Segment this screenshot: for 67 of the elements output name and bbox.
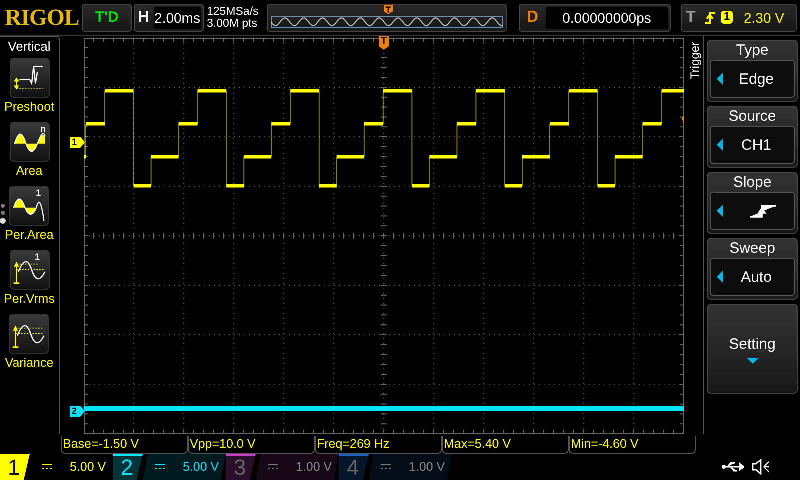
measure-button[interactable] — [9, 186, 50, 226]
horizontal-label: H — [138, 8, 151, 26]
dc-coupling-icon — [155, 464, 165, 470]
left-arrow-icon — [717, 205, 723, 217]
channel-scale-box[interactable]: 5.00 V — [143, 454, 226, 480]
trigger-position-marker: T — [384, 4, 393, 14]
delay-box[interactable]: D 0.00000000ps — [519, 4, 671, 32]
menu-selector[interactable] — [710, 192, 795, 230]
rising-edge-icon — [749, 203, 777, 219]
channel-scale: 1.00 V — [296, 460, 332, 474]
brand-logo: RIGOL — [4, 4, 80, 30]
menu-item-title: Source — [728, 107, 776, 126]
menu-item-title: Type — [736, 41, 769, 60]
sample-rate: 125MSa/s — [207, 6, 260, 18]
dc-coupling-icon — [42, 464, 52, 470]
measure-button[interactable] — [10, 58, 50, 98]
measure-button[interactable] — [10, 250, 50, 290]
measure-label: Per.Vrms — [4, 291, 55, 308]
channel-scale-box[interactable]: 1.00 V — [256, 454, 339, 480]
channel-button[interactable]: 1 — [0, 454, 30, 480]
trigger-source: 1 — [721, 11, 733, 24]
menu-selector[interactable]: Edge — [710, 60, 795, 98]
trigger-label: T — [686, 8, 697, 26]
dc-coupling-icon — [268, 464, 278, 470]
trigger-box[interactable]: T 1 2.30 V — [681, 4, 797, 32]
icon-superscript: 1 — [36, 188, 42, 198]
measure-label: Preshoot — [4, 99, 55, 116]
horizontal-scale: 2.00ms — [154, 6, 201, 28]
memory-depth: 3.00M pts — [207, 18, 258, 30]
trigger-level-marker — [682, 116, 684, 124]
trigger-level: 2.30 V — [744, 10, 784, 26]
delay-value: 0.00000000ps — [546, 6, 668, 28]
horizontal-scale-box[interactable]: H 2.00ms — [134, 4, 204, 32]
dc-coupling-icon — [381, 464, 391, 470]
icon-superscript: 1 — [35, 252, 40, 262]
rising-edge-icon — [704, 10, 716, 26]
channel-scale-box[interactable]: 1.00 V — [369, 454, 452, 480]
channel-scale: 5.00 V — [70, 460, 106, 474]
channel-scale: 1.00 V — [409, 460, 446, 474]
icon-superscript: n — [40, 124, 46, 134]
left-arrow-icon — [717, 271, 723, 283]
menu-title: Vertical — [8, 39, 51, 54]
trigger-position-marker[interactable]: T — [379, 36, 389, 50]
measure-button[interactable] — [10, 122, 50, 162]
run-status-button[interactable]: T'D — [82, 4, 132, 32]
menu-title: Trigger — [688, 42, 702, 80]
measurement-readout: Max=5.40 V — [442, 436, 569, 454]
delay-label: D — [527, 8, 540, 26]
menu-selector[interactable]: Auto — [710, 258, 795, 296]
setting-menu-button[interactable]: Setting — [707, 304, 798, 394]
measure-button[interactable] — [9, 314, 50, 354]
left-arrow-icon — [717, 73, 723, 85]
measure-label: Area — [16, 163, 43, 180]
menu-item-title: Sweep — [730, 239, 776, 258]
menu-selector[interactable]: CH1 — [710, 126, 795, 164]
speaker-muted-icon[interactable] — [752, 459, 770, 475]
measure-label: Per.Area — [5, 227, 54, 244]
caret-icon — [746, 358, 758, 364]
channel-scale: 5.00 V — [183, 460, 220, 474]
measure-label: Variance — [5, 355, 54, 372]
usb-icon — [722, 461, 744, 473]
channel-button[interactable]: 2 — [113, 454, 143, 480]
measurement-readout: Min=-4.60 V — [569, 436, 696, 454]
channel-marker[interactable]: 1 — [70, 137, 85, 148]
menu-item-title: Slope — [733, 173, 772, 192]
left-arrow-icon — [717, 139, 723, 151]
channel-marker[interactable]: 2 — [70, 406, 85, 417]
